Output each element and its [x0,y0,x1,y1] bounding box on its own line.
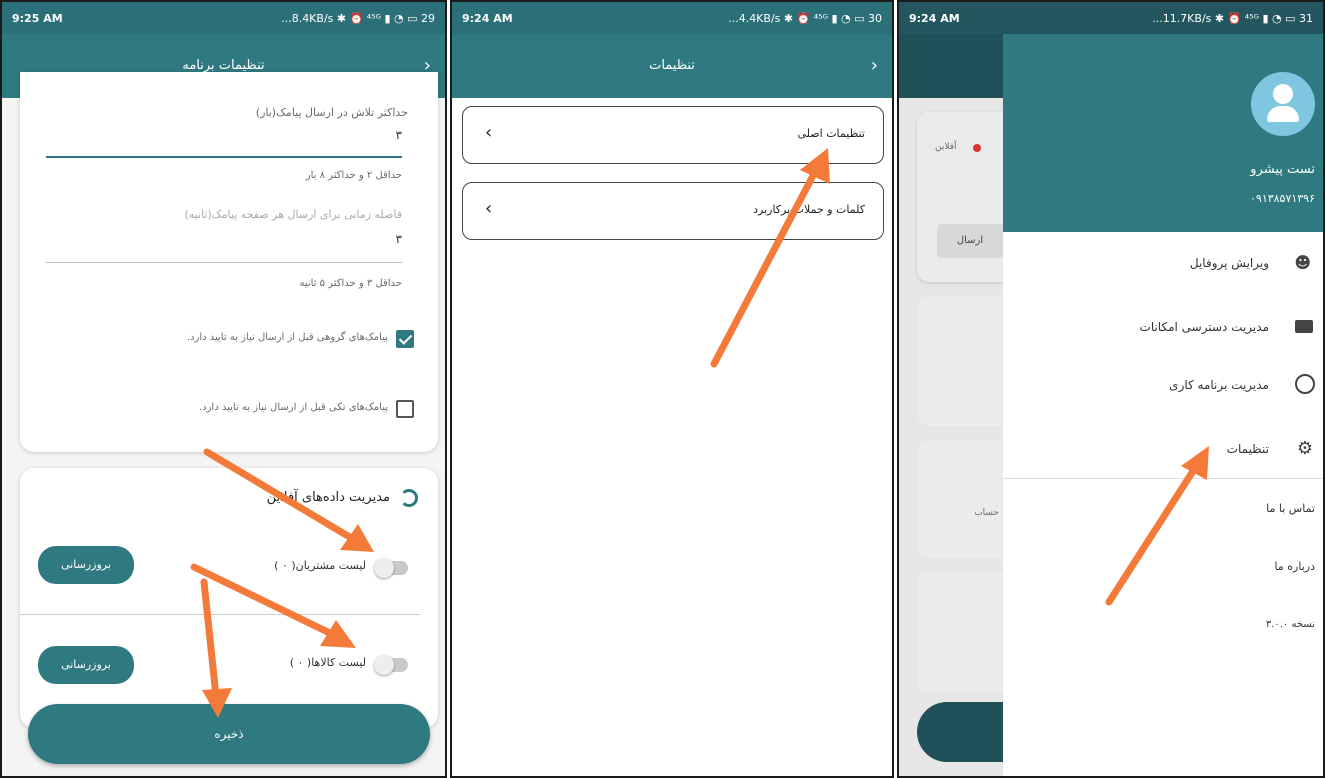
group-sms-confirm-label: پیامک‌های گروهی قبل از ارسال نیاز به تای… [186,332,388,343]
retry-limit-helper: حداقل ۲ و حداکثر ۸ بار [305,170,402,181]
navigation-drawer: تست پیشرو ۰۹۱۳۸۵۷۱۳۹۶ ☻ ویرایش پروفایل م… [1003,34,1323,776]
settings-item-main[interactable]: ‹ تنظیمات اصلی [462,106,884,164]
customers-list-toggle[interactable] [374,558,408,578]
section-divider [20,614,420,615]
chevron-left-icon: ‹ [485,122,493,143]
settings-item-phrases-label: کلمات و جملات پرکاربرد [753,203,865,216]
screen-navigation-drawer: 9:24 AM ...11.7KB/s ✱ ⏰ ⁴⁵ᴳ ▮ ◔ ▭ 31 آفل… [897,0,1325,778]
gear-icon: ⚙ [1296,438,1313,459]
group-sms-confirm-checkbox[interactable] [396,330,414,348]
person-icon [1273,84,1293,104]
background-card-2 [917,296,1003,426]
send-interval-input[interactable]: ۳ [396,232,402,246]
retry-limit-label: حداکثر تلاش در ارسال پیامک(بار) [255,106,408,119]
drawer-item-label: تنظیمات [1226,442,1269,456]
chevron-left-icon: ‹ [485,198,493,219]
background-card-1: آفلاین ارسال [917,112,1003,282]
drawer-header: تست پیشرو ۰۹۱۳۸۵۷۱۳۹۶ [1003,34,1323,232]
drawer-item-label: مدیریت دسترسی امکانات [1139,320,1269,334]
status-indicators: ...11.7KB/s ✱ ⏰ ⁴⁵ᴳ ▮ ◔ ▭ 31 [1152,11,1313,25]
background-bottom-button [917,702,1003,762]
retry-limit-input[interactable]: ۳ [396,128,402,142]
customers-list-label: لیست مشتریان( ۰ ) [274,559,366,572]
offline-dot-icon [973,144,981,152]
update-products-button[interactable]: بروزرسانی [38,646,134,684]
briefcase-icon [1295,320,1313,333]
background-status-chip: آفلاین [935,142,957,152]
save-button[interactable]: ذخیره [28,704,430,764]
status-bar: 9:25 AM ...8.4KB/s ✱ ⏰ ⁴⁵ᴳ ▮ ◔ ▭ 29 [2,2,445,34]
status-bar: 9:24 AM ...4.4KB/s ✱ ⏰ ⁴⁵ᴳ ▮ ◔ ▭ 30 [452,2,892,34]
background-toolbar [899,34,1003,98]
status-indicators: ...4.4KB/s ✱ ⏰ ⁴⁵ᴳ ▮ ◔ ▭ 30 [728,11,882,25]
send-interval-placeholder: فاصله زمانی برای ارسال هر صفحه پیامک(ثان… [184,208,403,221]
background-card-3: حساب [917,440,1003,558]
status-time: 9:24 AM [909,11,960,25]
products-list-label: لیست کالاها( ۰ ) [289,656,366,669]
person-icon: ☻ [1294,253,1311,272]
drawer-divider [1003,478,1323,479]
background-app-scrim[interactable]: آفلاین ارسال حساب [899,34,1003,776]
drawer-item-edit-profile[interactable]: ☻ ویرایش پروفایل [1015,248,1315,278]
user-name: تست پیشرو [1250,162,1315,177]
single-sms-confirm-label: پیامک‌های تکی قبل از ارسال نیاز به تایید… [198,402,388,413]
drawer-item-label: مدیریت برنامه کاری [1169,378,1269,392]
screen-settings-menu: 9:24 AM ...4.4KB/s ✱ ⏰ ⁴⁵ᴳ ▮ ◔ ▭ 30 تنظی… [450,0,894,778]
page-title: تنظیمات [649,58,695,73]
status-time: 9:24 AM [462,11,513,25]
settings-item-main-label: تنظیمات اصلی [797,127,866,140]
retry-limit-underline [46,156,402,158]
offline-data-card: مدیریت داده‌های آفلاین لیست مشتریان( ۰ )… [20,468,438,728]
back-arrow-icon[interactable]: › [871,34,878,98]
single-sms-confirm-checkbox[interactable] [396,400,414,418]
drawer-link-contact[interactable]: تماس با ما [1266,494,1315,524]
send-interval-underline [46,262,402,263]
background-send-button: ارسال [937,224,1003,258]
user-phone: ۰۹۱۳۸۵۷۱۳۹۶ [1250,192,1315,205]
sms-settings-card: حداکثر تلاش در ارسال پیامک(بار) ۳ حداقل … [20,72,438,452]
drawer-item-label: ویرایش پروفایل [1189,256,1269,270]
background-card-4 [917,572,1003,692]
products-list-toggle[interactable] [374,655,408,675]
refresh-icon [400,489,418,507]
drawer-item-work-schedule[interactable]: مدیریت برنامه کاری [1015,370,1315,400]
drawer-link-about[interactable]: درباره ما [1275,552,1315,582]
drawer-item-access-management[interactable]: مدیریت دسترسی امکانات [1015,312,1315,342]
send-interval-helper: حداقل ۳ و حداکثر ۵ ثانیه [299,278,402,289]
person-body-shape [1267,106,1299,122]
screen-app-settings: 9:25 AM ...8.4KB/s ✱ ⏰ ⁴⁵ᴳ ▮ ◔ ▭ 29 تنظی… [0,0,447,778]
status-time: 9:25 AM [12,11,63,25]
app-toolbar: تنظیمات › [452,34,892,98]
background-report-label: حساب [974,508,999,518]
offline-data-title: مدیریت داده‌های آفلاین [266,490,390,505]
settings-item-phrases[interactable]: ‹ کلمات و جملات پرکاربرد [462,182,884,240]
avatar[interactable] [1251,72,1315,136]
app-version: نسخه ۳.۰.۰ [1265,619,1315,630]
drawer-item-settings[interactable]: ⚙ تنظیمات [1015,434,1315,464]
clock-icon [1295,374,1315,394]
status-bar: 9:24 AM ...11.7KB/s ✱ ⏰ ⁴⁵ᴳ ▮ ◔ ▭ 31 [899,2,1323,34]
status-indicators: ...8.4KB/s ✱ ⏰ ⁴⁵ᴳ ▮ ◔ ▭ 29 [281,11,435,25]
update-customers-button[interactable]: بروزرسانی [38,546,134,584]
